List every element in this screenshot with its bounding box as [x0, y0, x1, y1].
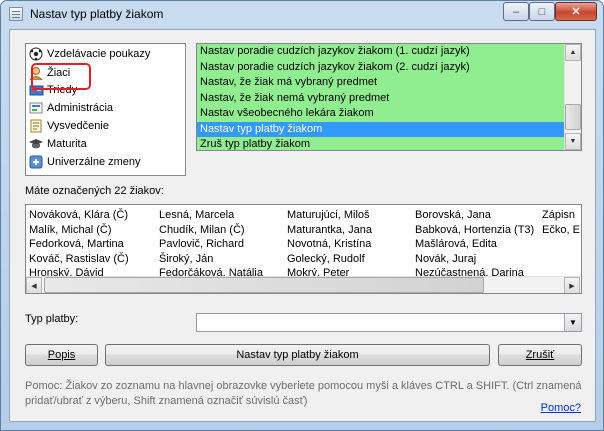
scroll-down-icon[interactable]: ▼	[565, 133, 581, 150]
action-item[interactable]: Zruš typ platby žiakom	[197, 137, 581, 150]
maximize-button[interactable]: □	[529, 2, 555, 21]
action-item[interactable]: Nastav poradie cudzích jazykov žiakom (2…	[197, 59, 581, 75]
list-item[interactable]: Borovská, Jana	[415, 208, 534, 223]
list-item[interactable]: Novotná, Kristína	[287, 237, 372, 252]
dialog-window: Nastav typ platby žiakom – □ ✕ Vzdelávac…	[0, 0, 604, 431]
list-item[interactable]: Široký, Ján	[159, 252, 263, 267]
dialog-client-area: Vzdelávacie poukazy Žiaci Triedy Adminis…	[9, 29, 596, 422]
students-list[interactable]: Nováková, Klára (Č) Malík, Michal (Č) Fe…	[25, 204, 582, 294]
graduation-icon	[29, 137, 45, 151]
category-tree[interactable]: Vzdelávacie poukazy Žiaci Triedy Adminis…	[25, 43, 186, 176]
list-item[interactable]: Zápisn	[542, 208, 580, 223]
chevron-down-icon[interactable]: ▼	[564, 314, 581, 331]
list-item[interactable]: Babková, Hortenzia (T3)	[415, 223, 534, 238]
list-item[interactable]: Novák, Juraj	[415, 252, 534, 267]
action-list-scrollbar[interactable]: ▲ ▼	[564, 44, 581, 150]
window-title: Nastav typ platby žiakom	[30, 7, 164, 21]
list-item[interactable]: Maturantka, Jana	[287, 223, 372, 238]
students-column: Maturujúci, Miloš Maturantka, Jana Novot…	[287, 208, 372, 281]
tree-item-vzdelavacie-poukazy[interactable]: Vzdelávacie poukazy	[29, 45, 150, 62]
list-item[interactable]: Maturujúci, Miloš	[287, 208, 372, 223]
apply-button[interactable]: Nastav typ platby žiakom	[105, 344, 490, 366]
ball-icon	[29, 47, 45, 61]
tree-item-administracia[interactable]: Administrácia	[29, 99, 113, 116]
list-item[interactable]: Ečko, E	[542, 223, 580, 238]
popis-button[interactable]: Popis	[25, 344, 98, 366]
students-column: Borovská, Jana Babková, Hortenzia (T3) M…	[415, 208, 534, 281]
payment-type-label: Typ platby:	[25, 313, 79, 325]
minimize-button[interactable]: –	[503, 2, 529, 21]
list-item[interactable]: Nováková, Klára (Č)	[29, 208, 129, 223]
scroll-up-icon[interactable]: ▲	[565, 44, 581, 61]
title-bar[interactable]: Nastav typ platby žiakom – □ ✕	[1, 1, 603, 28]
scroll-thumb[interactable]	[565, 104, 581, 130]
app-icon	[9, 7, 23, 21]
changes-icon	[29, 155, 45, 169]
tree-item-univerzalne-zmeny[interactable]: Univerzálne zmeny	[29, 153, 141, 170]
action-item-selected[interactable]: Nastav typ platby žiakom	[197, 121, 581, 137]
list-item[interactable]: Lesná, Marcela	[159, 208, 263, 223]
list-item[interactable]: Fedorková, Martina	[29, 237, 129, 252]
payment-type-select[interactable]: ▼	[196, 313, 582, 332]
tree-item-vysvedcenie[interactable]: Vysvedčenie	[29, 117, 109, 134]
help-link[interactable]: Pomoc?	[541, 402, 581, 414]
students-hscrollbar[interactable]: ◀ ▶	[26, 276, 581, 293]
scroll-left-icon[interactable]: ◀	[26, 277, 42, 293]
list-item[interactable]: Pavlovič, Richard	[159, 237, 263, 252]
action-item[interactable]: Nastav, že žiak nemá vybraný predmet	[197, 90, 581, 106]
action-item[interactable]: Nastav poradie cudzích jazykov žiakom (1…	[197, 44, 581, 60]
tree-item-maturita[interactable]: Maturita	[29, 135, 87, 152]
list-item[interactable]: Chudík, Milan (Č)	[159, 223, 263, 238]
list-item[interactable]: Malík, Michal (Č)	[29, 223, 129, 238]
list-item[interactable]: Kováč, Rastislav (Č)	[29, 252, 129, 267]
help-text: Pomoc: Žiakov zo zoznamu na hlavnej obra…	[25, 380, 582, 407]
action-item[interactable]: Nastav, že žiak má vybraný predmet	[197, 75, 581, 91]
students-column: Lesná, Marcela Chudík, Milan (Č) Pavlovi…	[159, 208, 263, 281]
certificate-icon	[29, 119, 45, 133]
list-item[interactable]: Mašlárová, Edita	[415, 237, 534, 252]
scroll-thumb[interactable]	[44, 277, 484, 293]
highlight-annotation	[31, 63, 91, 90]
students-column: Zápisn Ečko, E	[542, 208, 580, 237]
admin-icon	[29, 101, 45, 115]
close-button[interactable]: ✕	[555, 2, 597, 21]
action-item[interactable]: Nastav všeobecného lekára žiakom	[197, 106, 581, 122]
list-item[interactable]: Golecký, Rudolf	[287, 252, 372, 267]
scroll-right-icon[interactable]: ▶	[564, 277, 580, 293]
selected-count-label: Máte označených 22 žiakov:	[25, 185, 164, 197]
action-list[interactable]: Nastav poradie cudzích jazykov žiakom (1…	[196, 43, 582, 151]
students-column: Nováková, Klára (Č) Malík, Michal (Č) Fe…	[29, 208, 129, 281]
cancel-button[interactable]: Zrušiť	[498, 344, 582, 366]
